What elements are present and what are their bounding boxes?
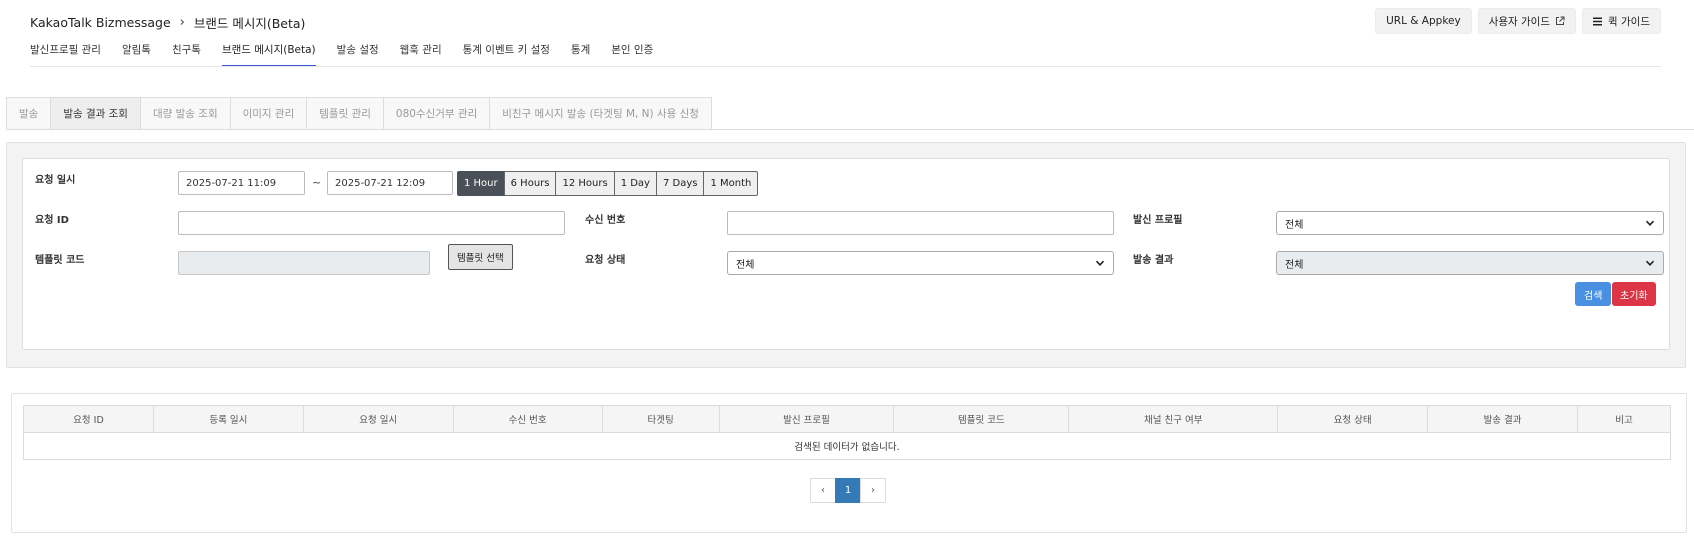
top-actions: URL & Appkey 사용자 가이드 퀵 가이드 bbox=[1375, 8, 1661, 34]
search-panel: 요청 일시 2025-07-21 11:09 ~ 2025-07-21 12:0… bbox=[6, 142, 1686, 368]
column-header: 수신 번호 bbox=[452, 405, 603, 433]
quick-guide-button[interactable]: 퀵 가이드 bbox=[1582, 8, 1661, 34]
prev-page-button[interactable]: ‹ bbox=[810, 478, 836, 503]
main-nav: 발신프로필 관리 알림톡 친구톡 브랜드 메시지(Beta) 발송 설정 웹훅 … bbox=[30, 37, 653, 67]
table-header-row: 요청 ID 등록 일시 요청 일시 수신 번호 타겟팅 발신 프로필 템플릿 코… bbox=[23, 405, 1671, 433]
quick-guide-label: 퀵 가이드 bbox=[1608, 15, 1650, 28]
quick-range-group: 1 Hour 6 Hours 12 Hours 1 Day 7 Days 1 M… bbox=[457, 171, 759, 196]
nav-identity-verification[interactable]: 본인 인증 bbox=[611, 37, 653, 67]
chevron-down-icon bbox=[1645, 260, 1655, 266]
template-code-input bbox=[178, 251, 430, 275]
recipient-number-label: 수신 번호 bbox=[585, 215, 626, 226]
recipient-number-input[interactable] bbox=[727, 211, 1114, 235]
range-1-day-button[interactable]: 1 Day bbox=[613, 171, 657, 196]
request-status-label: 요청 상태 bbox=[585, 255, 626, 266]
tab-080-reject[interactable]: 080수신거부 관리 bbox=[382, 97, 490, 130]
send-result-select[interactable]: 전체 bbox=[1276, 251, 1664, 275]
date-from-input[interactable]: 2025-07-21 11:09 bbox=[178, 171, 305, 195]
request-status-select[interactable]: 전체 bbox=[727, 251, 1114, 275]
sub-tabs: 발송 발송 결과 조회 대량 발송 조회 이미지 관리 템플릿 관리 080수신… bbox=[6, 97, 712, 130]
breadcrumb: KakaoTalk Bizmessage › 브랜드 메시지(Beta) bbox=[30, 13, 305, 32]
tab-bulk-send[interactable]: 대량 발송 조회 bbox=[139, 97, 230, 130]
url-appkey-label: URL & Appkey bbox=[1386, 15, 1461, 27]
request-id-label: 요청 ID bbox=[35, 215, 69, 226]
user-guide-button[interactable]: 사용자 가이드 bbox=[1477, 8, 1577, 34]
range-1-hour-button[interactable]: 1 Hour bbox=[457, 171, 505, 196]
range-7-days-button[interactable]: 7 Days bbox=[655, 171, 705, 196]
search-button[interactable]: 검색 bbox=[1575, 282, 1612, 306]
column-header: 요청 ID bbox=[23, 405, 154, 433]
nav-send-settings[interactable]: 발송 설정 bbox=[337, 37, 379, 67]
template-code-label: 템플릿 코드 bbox=[35, 255, 85, 266]
nav-sender-profile[interactable]: 발신프로필 관리 bbox=[30, 37, 101, 67]
date-range-tilde: ~ bbox=[312, 176, 322, 189]
tab-image-management[interactable]: 이미지 관리 bbox=[229, 97, 307, 130]
tabs-divider bbox=[6, 129, 1694, 130]
table-row: 검색된 데이터가 없습니다. bbox=[23, 432, 1671, 460]
sender-profile-select[interactable]: 전체 bbox=[1276, 211, 1664, 235]
column-header: 비고 bbox=[1577, 405, 1671, 433]
tab-non-friend-targeting[interactable]: 비친구 메시지 발송 (타겟팅 M, N) 사용 신청 bbox=[489, 97, 712, 130]
reset-button[interactable]: 초기화 bbox=[1612, 282, 1656, 306]
breadcrumb-root[interactable]: KakaoTalk Bizmessage bbox=[30, 15, 171, 30]
request-id-input[interactable] bbox=[178, 211, 565, 235]
template-select-button[interactable]: 템플릿 선택 bbox=[448, 244, 513, 270]
next-page-button[interactable]: › bbox=[860, 478, 886, 503]
external-link-icon bbox=[1556, 16, 1565, 25]
column-header: 등록 일시 bbox=[152, 405, 304, 433]
results-table: 요청 ID 등록 일시 요청 일시 수신 번호 타겟팅 발신 프로필 템플릿 코… bbox=[23, 405, 1671, 460]
range-6-hours-button[interactable]: 6 Hours bbox=[503, 171, 557, 196]
nav-statistics[interactable]: 통계 bbox=[571, 37, 590, 67]
nav-webhook[interactable]: 웹훅 관리 bbox=[400, 37, 442, 67]
chevron-down-icon bbox=[1095, 260, 1105, 266]
menu-icon bbox=[1593, 17, 1603, 25]
nav-alimtalk[interactable]: 알림톡 bbox=[122, 37, 151, 67]
nav-divider bbox=[30, 66, 1661, 67]
column-header: 발송 결과 bbox=[1427, 405, 1579, 433]
sender-profile-value: 전체 bbox=[1285, 219, 1304, 231]
tab-template-management[interactable]: 템플릿 관리 bbox=[306, 97, 383, 130]
range-1-month-button[interactable]: 1 Month bbox=[703, 171, 759, 196]
date-to-input[interactable]: 2025-07-21 12:09 bbox=[327, 171, 453, 195]
pagination: ‹ 1 › bbox=[810, 478, 886, 503]
nav-brand-message[interactable]: 브랜드 메시지(Beta) bbox=[221, 37, 316, 67]
results-panel: 요청 ID 등록 일시 요청 일시 수신 번호 타겟팅 발신 프로필 템플릿 코… bbox=[11, 393, 1687, 533]
send-result-label: 발송 결과 bbox=[1133, 255, 1174, 266]
nav-friendtalk[interactable]: 친구톡 bbox=[172, 37, 201, 67]
tab-send[interactable]: 발송 bbox=[6, 97, 51, 130]
send-result-value: 전체 bbox=[1285, 259, 1304, 271]
search-form: 요청 일시 2025-07-21 11:09 ~ 2025-07-21 12:0… bbox=[22, 158, 1670, 350]
tab-send-results[interactable]: 발송 결과 조회 bbox=[50, 97, 140, 130]
breadcrumb-separator: › bbox=[179, 15, 185, 30]
chevron-down-icon bbox=[1645, 220, 1655, 226]
column-header: 요청 일시 bbox=[302, 405, 454, 433]
empty-results-message: 검색된 데이터가 없습니다. bbox=[23, 432, 1671, 460]
column-header: 채널 친구 여부 bbox=[1068, 405, 1279, 433]
column-header: 템플릿 코드 bbox=[893, 405, 1070, 433]
request-status-value: 전체 bbox=[736, 259, 755, 271]
column-header: 요청 상태 bbox=[1277, 405, 1429, 433]
column-header: 발신 프로필 bbox=[718, 405, 895, 433]
request-datetime-label: 요청 일시 bbox=[35, 175, 76, 186]
url-appkey-button[interactable]: URL & Appkey bbox=[1375, 8, 1472, 34]
page-title: 브랜드 메시지(Beta) bbox=[193, 16, 306, 31]
page-1-button[interactable]: 1 bbox=[835, 478, 861, 503]
column-header: 타겟팅 bbox=[601, 405, 720, 433]
user-guide-label: 사용자 가이드 bbox=[1488, 15, 1551, 28]
nav-stats-event-key[interactable]: 통계 이벤트 키 설정 bbox=[463, 37, 550, 67]
sender-profile-label: 발신 프로필 bbox=[1133, 215, 1183, 226]
range-12-hours-button[interactable]: 12 Hours bbox=[555, 171, 615, 196]
